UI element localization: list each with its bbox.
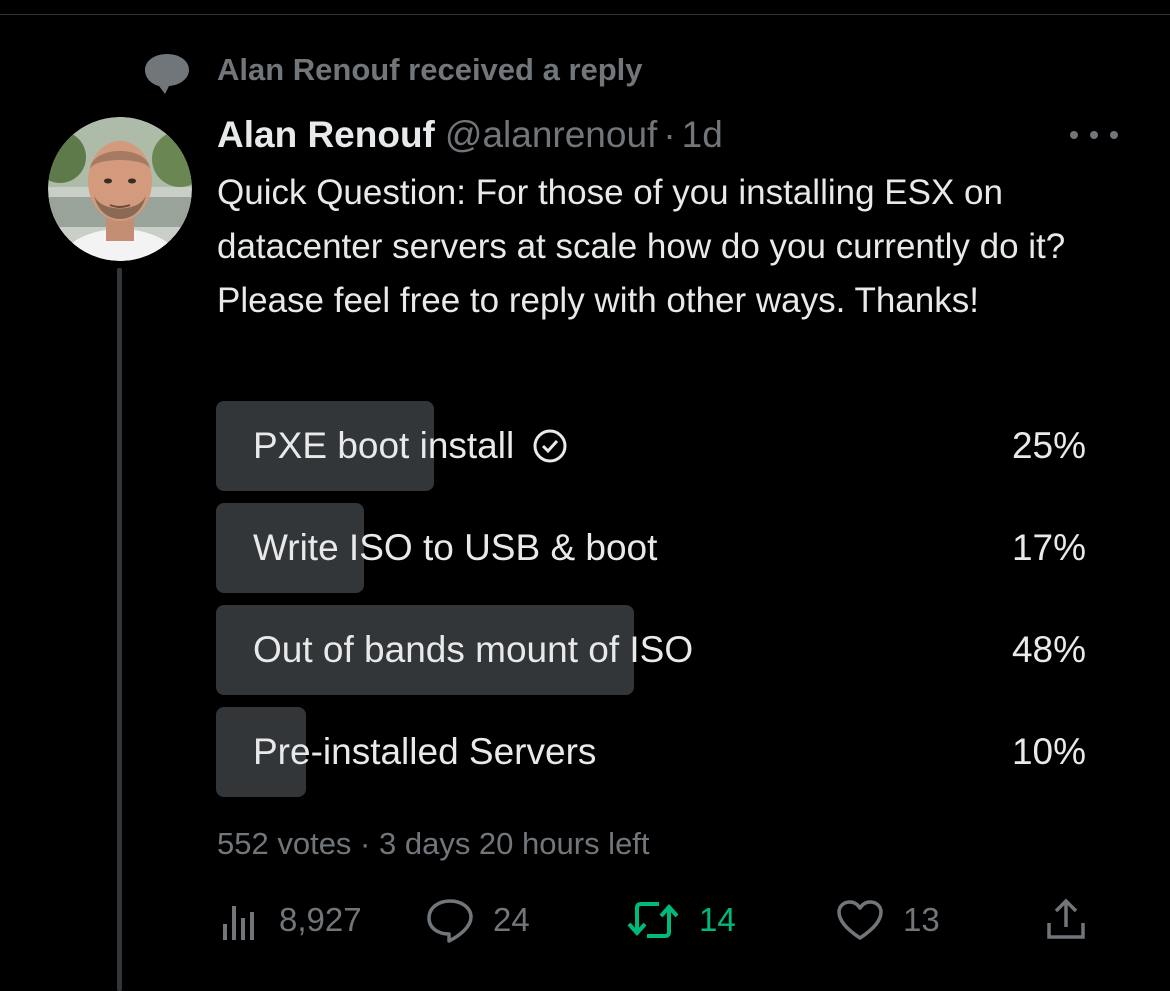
top-divider [0,14,1170,15]
author-handle[interactable]: @alanrenouf [445,114,657,155]
reply-icon [427,899,473,943]
tweet-header: Alan Renouf @alanrenouf · 1d [217,112,723,158]
reply-button[interactable]: 24 [425,890,530,950]
poll-option-percent: 25% [1011,425,1086,466]
poll-option-label: Pre-installed Servers [253,731,597,772]
poll-meta: 552 votes · 3 days 20 hours left [217,826,650,861]
views-count: 8,927 [279,901,362,938]
reply-context-text[interactable]: Alan Renouf received a reply [217,52,643,88]
tweet-time[interactable]: 1d [682,114,723,155]
tweet-text: Quick Question: For those of you install… [217,173,1066,320]
speech-bubble-icon [145,54,189,94]
poll-option-percent: 17% [1011,527,1086,568]
avatar[interactable] [48,117,192,261]
poll-option-label: Write ISO to USB & boot [253,527,658,568]
poll-option-percent: 10% [1011,731,1086,772]
tweet-actions: 8,927 24 14 13 [217,890,1097,950]
views-button[interactable]: 8,927 [217,890,362,950]
analytics-icon [223,906,254,940]
like-count: 13 [903,901,940,938]
author-name[interactable]: Alan Renouf [217,114,435,155]
retweet-icon [627,902,679,938]
poll: PXE boot install 25% Write ISO to USB & … [216,401,1086,809]
retweet-button[interactable]: 14 [625,890,736,950]
separator-dot: · [663,114,676,155]
share-icon [1047,898,1085,939]
like-button[interactable]: 13 [835,890,940,950]
reply-count: 24 [493,901,530,938]
poll-option-percent: 48% [1011,629,1086,670]
more-options-icon[interactable] [1070,122,1118,148]
poll-option: Write ISO to USB & boot 17% [216,503,1086,593]
share-button[interactable] [1043,890,1107,950]
poll-option-label: Out of bands mount of ISO [253,629,694,670]
poll-option: PXE boot install 25% [216,401,1086,491]
heart-icon [837,900,883,940]
thread-line [117,268,122,991]
check-circle-icon [533,429,567,463]
poll-option: Out of bands mount of ISO 48% [216,605,1086,695]
poll-option: Pre-installed Servers 10% [216,707,1086,797]
poll-option-label: PXE boot install [253,401,568,491]
retweet-count: 14 [699,901,736,938]
